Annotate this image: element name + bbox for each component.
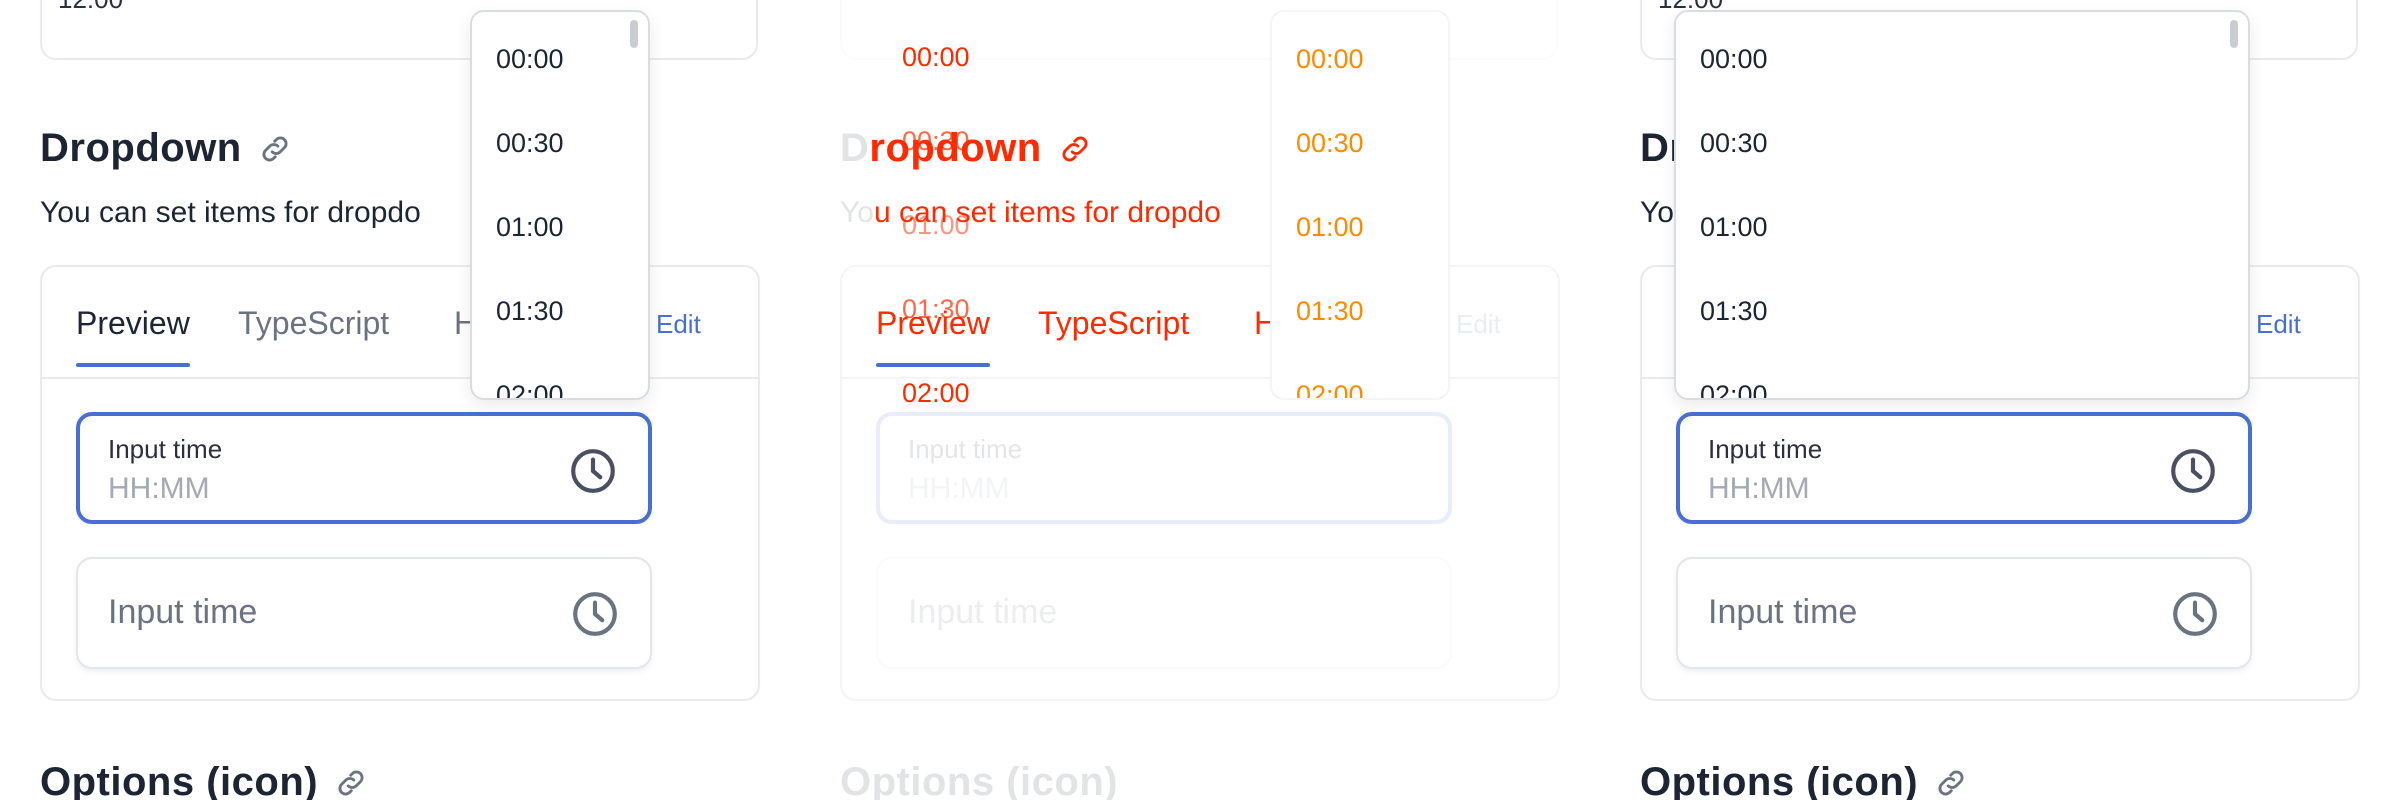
tab-typescript[interactable]: TypeScript xyxy=(1038,305,1189,342)
clock-icon[interactable] xyxy=(568,446,618,496)
time-input-idle[interactable]: Input time xyxy=(876,557,1452,669)
description-ghost: Yo xyxy=(840,196,874,229)
time-input-placeholder: Input time xyxy=(908,593,1058,631)
time-dropdown[interactable]: 00:00 00:30 01:00 01:30 02:00 xyxy=(1270,10,1450,400)
options-section-title: Options (icon) xyxy=(1640,760,1968,800)
panel-current: 12:00 Dropdown You can set items for dro… xyxy=(1600,0,2360,800)
preview-card: Preview TypeScript H Edit Input time HH:… xyxy=(840,265,1560,701)
time-option: 01:30 xyxy=(902,294,970,324)
options-section-title: Options (icon) xyxy=(40,760,368,800)
clock-icon[interactable] xyxy=(2168,446,2218,496)
dropdown-title-text: Dropdown xyxy=(40,126,242,170)
time-input-active[interactable]: Input time HH:MM xyxy=(76,412,652,524)
time-option[interactable]: 01:30 xyxy=(1296,296,1364,327)
link-icon[interactable] xyxy=(1058,132,1092,166)
previous-time-value: 12:00 xyxy=(58,0,123,15)
time-input-label: Input time xyxy=(1708,434,1823,464)
time-option[interactable]: 02:00 xyxy=(1296,380,1364,398)
time-input-label: Input time xyxy=(908,434,1023,464)
time-option: 00:00 xyxy=(902,42,970,72)
dropdown-scrollbar[interactable] xyxy=(630,20,638,48)
time-dropdown[interactable]: 00:00 00:30 01:00 01:30 02:00 xyxy=(1674,10,2250,400)
code-tabs: Preview TypeScript H Edit xyxy=(42,267,758,379)
time-input-placeholder: Input time xyxy=(1708,593,1858,631)
edit-link[interactable]: Edit xyxy=(2256,309,2301,340)
dropdown-section-title: Dropdown xyxy=(40,126,292,171)
time-option[interactable]: 00:30 xyxy=(1296,128,1364,159)
time-input-placeholder: HH:MM xyxy=(908,472,1010,505)
clock-icon[interactable] xyxy=(570,589,620,639)
tab-preview[interactable]: Preview xyxy=(76,305,190,367)
dropdown-description: You can set items for dropdo xyxy=(840,196,1221,230)
tab-typescript[interactable]: TypeScript xyxy=(238,305,389,342)
time-input-placeholder: Input time xyxy=(108,593,258,631)
time-option: 01:00 xyxy=(902,210,970,240)
time-option[interactable]: 01:30 xyxy=(496,296,564,327)
time-input-placeholder: HH:MM xyxy=(108,472,210,505)
preview-card: Preview TypeScript H Edit Input time HH:… xyxy=(40,265,760,701)
link-icon[interactable] xyxy=(334,766,368,800)
options-title-text: Options (icon) xyxy=(1640,760,1919,800)
time-option[interactable]: 00:00 xyxy=(496,44,564,75)
time-option[interactable]: 01:00 xyxy=(496,212,564,243)
time-option: 00:30 xyxy=(902,126,970,156)
previous-preview-card xyxy=(40,0,758,60)
clock-icon[interactable] xyxy=(2170,589,2220,639)
time-option[interactable]: 00:00 xyxy=(1700,44,1768,75)
panel-diff: D ropdown You can set items for dropdo P… xyxy=(800,0,1560,800)
time-option[interactable]: 01:00 xyxy=(1296,212,1364,243)
link-icon[interactable] xyxy=(258,132,292,166)
time-input-active[interactable]: Input time HH:MM xyxy=(876,412,1452,524)
dropdown-title-ghost: D xyxy=(840,126,870,170)
time-option[interactable]: 02:00 xyxy=(496,380,564,398)
edit-link[interactable]: Edit xyxy=(656,309,701,340)
dropdown-scrollbar[interactable] xyxy=(2230,20,2238,48)
options-section-title: Options (icon) xyxy=(840,760,1118,800)
time-option[interactable]: 00:30 xyxy=(496,128,564,159)
time-option[interactable]: 00:30 xyxy=(1700,128,1768,159)
time-option[interactable]: 02:00 xyxy=(1700,380,1768,398)
panel-original: 12:00 Dropdown You can set items for dro… xyxy=(0,0,760,800)
time-input-label: Input time xyxy=(108,434,223,464)
link-icon[interactable] xyxy=(1934,766,1968,800)
dropdown-description: You can set items for dropdo xyxy=(40,196,421,229)
time-option[interactable]: 01:30 xyxy=(1700,296,1768,327)
time-input-idle[interactable]: Input time xyxy=(76,557,652,669)
options-title-text: Options (icon) xyxy=(40,760,319,800)
time-option[interactable]: 00:00 xyxy=(1296,44,1364,75)
time-dropdown[interactable]: 00:00 00:30 01:00 01:30 02:00 xyxy=(470,10,650,400)
time-input-active[interactable]: Input time HH:MM xyxy=(1676,412,2252,524)
time-input-placeholder: HH:MM xyxy=(1708,472,1810,505)
time-option[interactable]: 01:00 xyxy=(1700,212,1768,243)
time-option: 02:00 xyxy=(902,378,970,408)
options-title-text: Options (icon) xyxy=(840,760,1119,800)
time-input-idle[interactable]: Input time xyxy=(1676,557,2252,669)
edit-link[interactable]: Edit xyxy=(1456,309,1501,340)
